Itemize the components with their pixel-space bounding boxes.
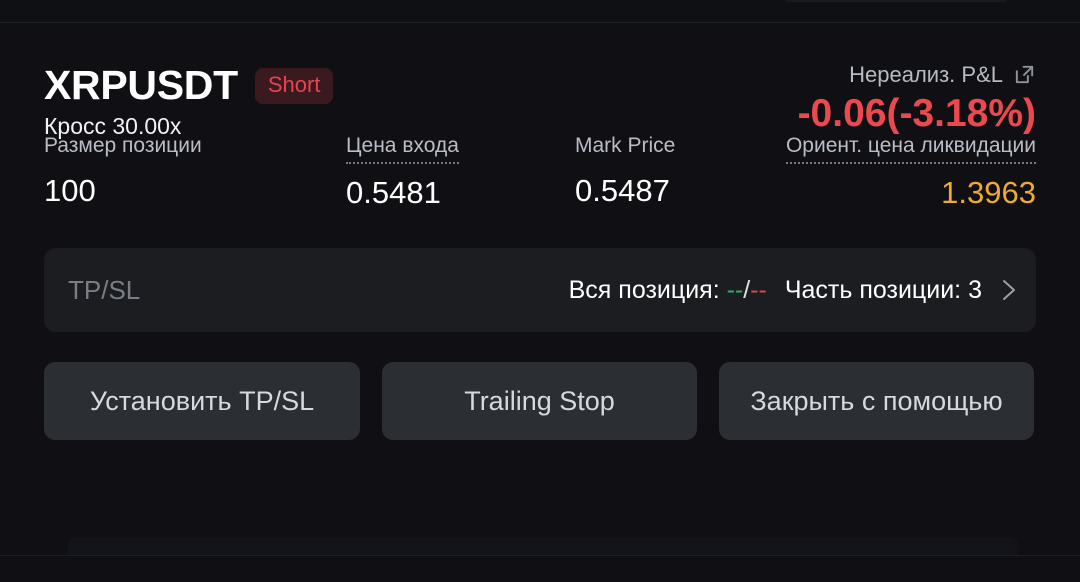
tpsl-values: Вся позиция: --/-- Часть позиции: 3 bbox=[569, 275, 1018, 305]
symbol-block: XRPUSDT Short Кросс 30.00x bbox=[44, 65, 334, 138]
stat-label[interactable]: Ориент. цена ликвидации bbox=[785, 135, 1036, 164]
stat-value: 0.5487 bbox=[575, 173, 670, 208]
action-buttons-row: Установить TP/SL Trailing Stop Закрыть с… bbox=[44, 362, 1036, 440]
partial-position-tpsl[interactable]: Часть позиции: 3 bbox=[784, 275, 982, 304]
symbol-name[interactable]: XRPUSDT bbox=[44, 65, 238, 106]
pnl-label-row[interactable]: Нереализ. P&L bbox=[798, 63, 1036, 86]
stat-mark-price: Mark Price 0.5487 bbox=[575, 135, 675, 206]
whole-position-tpsl[interactable]: Вся позиция: --/-- bbox=[568, 275, 767, 304]
bottom-partial-pill bbox=[68, 537, 1018, 555]
stat-liquidation-price: Ориент. цена ликвидации 1.3963 bbox=[785, 135, 1036, 210]
top-partial-pill bbox=[782, 0, 1010, 2]
position-header: XRPUSDT Short Кросс 30.00x Нереализ. P&L bbox=[44, 23, 1036, 138]
position-stats-row: Размер позиции 100 Цена входа 0.5481 Mar… bbox=[44, 135, 1036, 245]
stop-loss-value: -- bbox=[750, 275, 767, 304]
position-side-badge: Short bbox=[254, 67, 334, 104]
tpsl-panel[interactable]: TP/SL Вся позиция: --/-- Часть позиции: … bbox=[44, 248, 1036, 332]
take-profit-value: -- bbox=[726, 275, 744, 304]
bottom-divider bbox=[0, 555, 1080, 556]
stat-label[interactable]: Цена входа bbox=[346, 135, 459, 164]
pnl-label: Нереализ. P&L bbox=[849, 61, 1003, 87]
tpsl-label: TP/SL bbox=[68, 275, 141, 305]
external-link-icon[interactable] bbox=[1013, 63, 1036, 86]
close-with-button[interactable]: Закрыть с помощью bbox=[719, 362, 1034, 440]
top-partial-strip bbox=[0, 0, 1080, 22]
stat-label: Размер позиции bbox=[44, 134, 202, 157]
stat-position-size: Размер позиции 100 bbox=[44, 135, 202, 206]
stat-value: 100 bbox=[44, 173, 96, 208]
chevron-right-icon[interactable] bbox=[1000, 275, 1018, 305]
set-tpsl-button[interactable]: Установить TP/SL bbox=[44, 362, 360, 440]
position-detail-screen: XRPUSDT Short Кросс 30.00x Нереализ. P&L bbox=[0, 0, 1080, 582]
stat-value: 1.3963 bbox=[941, 175, 1036, 210]
whole-position-label: Вся позиция: bbox=[568, 275, 720, 304]
partial-position-label: Часть позиции: bbox=[784, 275, 962, 304]
symbol-line: XRPUSDT Short bbox=[44, 65, 334, 106]
unrealized-pnl-block: Нереализ. P&L -0.06(-3.18%) bbox=[798, 63, 1036, 133]
stat-value: 0.5481 bbox=[346, 175, 441, 210]
partial-position-value: 3 bbox=[968, 275, 982, 304]
trailing-stop-button[interactable]: Trailing Stop bbox=[382, 362, 697, 440]
pnl-value: -0.06(-3.18%) bbox=[797, 92, 1036, 135]
position-card: XRPUSDT Short Кросс 30.00x Нереализ. P&L bbox=[0, 23, 1080, 555]
stat-entry-price: Цена входа 0.5481 bbox=[346, 135, 459, 208]
stat-label: Mark Price bbox=[575, 134, 676, 157]
